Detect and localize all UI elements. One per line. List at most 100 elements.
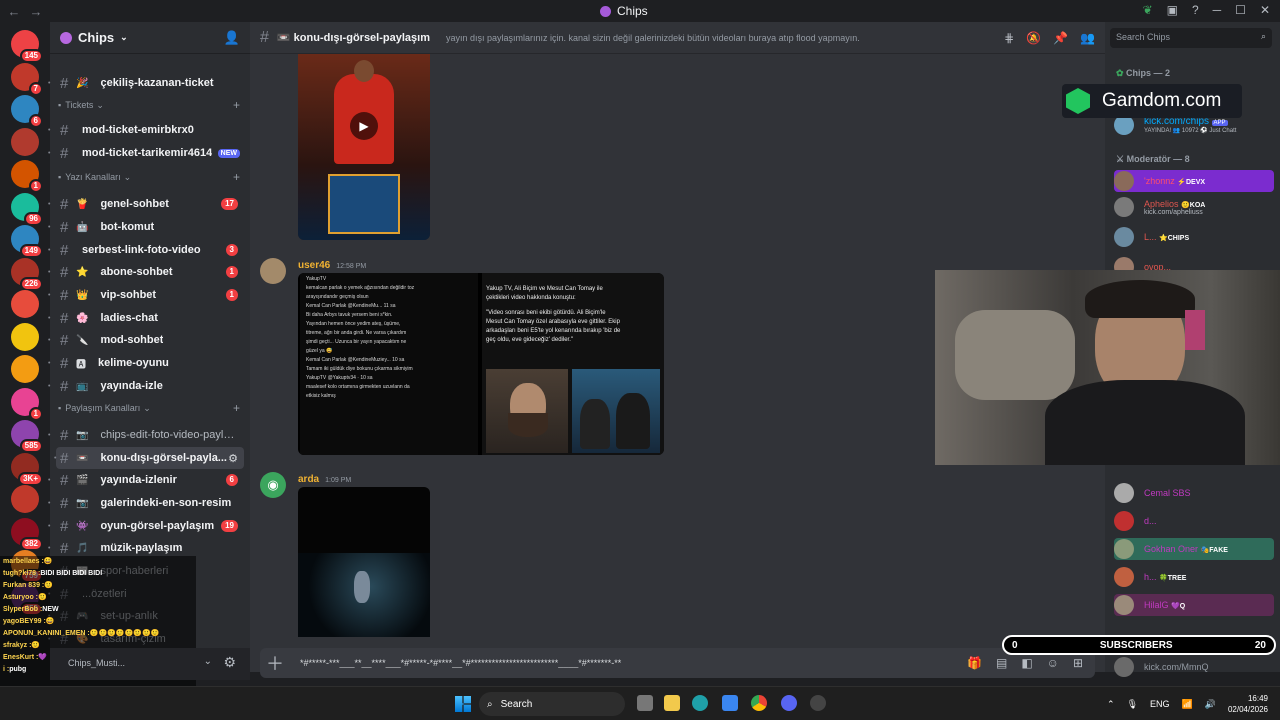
server-icon[interactable] bbox=[11, 355, 39, 383]
hash-icon: # bbox=[60, 144, 69, 162]
channel-item[interactable]: • # 📺 yayında-izle bbox=[48, 375, 250, 397]
channel-item[interactable]: • # 📼 konu-dışı-görsel-payla... ⚙ bbox=[54, 447, 244, 469]
file-explorer-icon[interactable] bbox=[664, 695, 680, 711]
channel-item[interactable]: • # 👾 oyun-görsel-paylaşım 19 bbox=[48, 515, 250, 537]
help-icon[interactable]: ? bbox=[1192, 3, 1199, 17]
channel-item[interactable]: • # 🎉 çekiliş-kazanan-ticket bbox=[48, 72, 250, 94]
category-header[interactable]: ▪ Tickets ⌄ + bbox=[58, 96, 244, 114]
clock[interactable]: 16:49 02/04/2026 bbox=[1228, 693, 1268, 715]
mic-icon[interactable]: 🎙 bbox=[1127, 699, 1138, 710]
emoji-icon[interactable]: ☺ bbox=[1047, 656, 1059, 670]
minimize-icon[interactable]: ─ bbox=[1213, 3, 1222, 17]
server-icon[interactable] bbox=[11, 290, 39, 318]
video-attachment[interactable]: ▶ bbox=[298, 54, 430, 240]
store-icon[interactable] bbox=[722, 695, 738, 711]
avatar[interactable]: ◉ bbox=[260, 472, 286, 498]
composer-text[interactable]: *#*****-***___**__****___*#*****-*#****_… bbox=[300, 658, 720, 668]
server-icon[interactable]: 149 bbox=[11, 225, 43, 258]
server-icon[interactable] bbox=[11, 322, 39, 351]
channel-topic[interactable]: yayın dışı paylaşımlarınız için. kanal s… bbox=[446, 33, 996, 43]
volume-icon[interactable]: 🔊 bbox=[1205, 699, 1216, 710]
channel-item[interactable]: • # 📷 chips-edit-foto-video-paylaş... bbox=[48, 424, 250, 446]
taskbar-search[interactable]: ⌕ Search bbox=[479, 692, 625, 716]
server-icon[interactable]: 1 bbox=[11, 160, 43, 193]
add-channel-icon[interactable]: + bbox=[233, 170, 240, 184]
discord-icon[interactable] bbox=[781, 695, 797, 711]
chevron-up-icon[interactable]: ⌃ bbox=[1107, 699, 1115, 710]
member-item[interactable]: Aphelios 🙂KOA kick.com/apheliuss bbox=[1114, 196, 1205, 218]
add-channel-icon[interactable]: + bbox=[233, 401, 240, 415]
mute-bell-icon[interactable]: 🔕 bbox=[1026, 31, 1041, 45]
add-attachment-icon[interactable]: ＋ bbox=[266, 650, 292, 676]
gift-icon[interactable]: 🎁 bbox=[967, 656, 982, 670]
search-input[interactable]: Search Chips ⌕ bbox=[1110, 28, 1272, 48]
video-attachment[interactable] bbox=[298, 487, 430, 637]
app-icon[interactable] bbox=[810, 695, 826, 711]
server-icon[interactable] bbox=[11, 127, 39, 156]
member-item[interactable]: Gokhan Oner 🎭FAKE bbox=[1114, 538, 1274, 560]
channel-item[interactable]: • # 🔪 mod-sohbet bbox=[48, 329, 250, 351]
server-icon[interactable]: 6 bbox=[11, 95, 43, 128]
wifi-icon[interactable]: 📶 bbox=[1182, 699, 1193, 710]
server-icon[interactable]: 382 bbox=[11, 517, 43, 551]
unread-badge: 1 bbox=[28, 179, 43, 193]
chevron-down-icon[interactable]: ⌄ bbox=[204, 656, 212, 667]
forward-arrow-icon[interactable]: → bbox=[28, 4, 44, 19]
channel-item[interactable]: • # 🍟 genel-sohbet 17 bbox=[48, 193, 250, 215]
server-icon[interactable]: 145 bbox=[11, 30, 43, 63]
server-header[interactable]: Chips ⌄ 👤 bbox=[50, 22, 250, 54]
server-icon[interactable]: 1 bbox=[11, 387, 43, 421]
close-icon[interactable]: ✕ bbox=[1260, 3, 1270, 17]
image-attachment[interactable]: YakupTV kemalcan parlak o yemek ağzısında… bbox=[298, 273, 664, 455]
channel-item[interactable]: • # 👑 vip-sohbet 1 bbox=[48, 284, 250, 306]
channel-item[interactable]: • # 📷 galerindeki-en-son-resim bbox=[48, 492, 250, 514]
language-indicator[interactable]: ENG bbox=[1150, 699, 1170, 709]
apps-icon[interactable]: ⊞ bbox=[1073, 656, 1083, 670]
channel-item[interactable]: • # 🌸 ladies-chat bbox=[48, 307, 250, 329]
play-icon[interactable]: ▶ bbox=[350, 112, 378, 140]
leaf-icon[interactable]: ❦ bbox=[1143, 3, 1153, 17]
server-icon[interactable] bbox=[11, 485, 39, 513]
category-header[interactable]: ▪ Yazı Kanalları ⌄ + bbox=[58, 168, 244, 186]
server-icon[interactable]: 7 bbox=[11, 62, 43, 96]
server-icon[interactable]: 96 bbox=[11, 192, 43, 226]
server-icon[interactable]: 226 bbox=[11, 257, 43, 291]
edge-icon[interactable] bbox=[692, 695, 708, 711]
sticker-icon[interactable]: ◧ bbox=[1021, 656, 1032, 670]
server-icon[interactable]: 585 bbox=[11, 420, 43, 453]
message-composer[interactable]: ＋ *#*****-***___**__****___*#*****-*#***… bbox=[260, 648, 1095, 678]
member-item[interactable]: d... bbox=[1114, 510, 1157, 532]
settings-gear-icon[interactable]: ⚙ bbox=[228, 452, 238, 465]
threads-icon[interactable]: ⋕ bbox=[1004, 31, 1014, 45]
task-view-icon[interactable] bbox=[637, 695, 653, 711]
avatar[interactable] bbox=[260, 258, 286, 284]
member-item[interactable]: h... 🍀TREE bbox=[1114, 566, 1186, 588]
channel-item[interactable]: • # mod-ticket-tarikemir4614 NEW bbox=[48, 142, 250, 164]
server-icon[interactable]: 3K+ bbox=[11, 452, 43, 486]
channel-item[interactable]: • # serbest-link-foto-video 3 bbox=[48, 239, 250, 261]
inbox-icon[interactable]: ▣ bbox=[1167, 3, 1178, 17]
member-item[interactable]: Cemal SBS bbox=[1114, 482, 1191, 504]
chrome-icon[interactable] bbox=[751, 695, 767, 711]
back-arrow-icon[interactable]: ← bbox=[6, 4, 22, 19]
channel-item[interactable]: • # mod-ticket-emirbkrx0 bbox=[48, 119, 250, 141]
settings-gear-icon[interactable]: ⚙ bbox=[223, 654, 236, 671]
member-item[interactable]: 'zhonnz ⚡DEVX bbox=[1114, 170, 1274, 192]
channel-item[interactable]: • # 🤖 bot-komut bbox=[48, 216, 250, 238]
member-item[interactable]: HilalG 💜Q bbox=[1114, 594, 1274, 616]
channel-emoji: 🤖 bbox=[76, 221, 89, 233]
member-item[interactable]: L... ⭐CHIPS bbox=[1114, 226, 1189, 248]
add-member-icon[interactable]: 👤 bbox=[224, 30, 240, 46]
members-icon[interactable]: 👥 bbox=[1080, 31, 1095, 45]
gif-icon[interactable]: ▤ bbox=[996, 656, 1007, 670]
maximize-icon[interactable]: ☐ bbox=[1235, 3, 1246, 17]
channel-item[interactable]: • # ⭐ abone-sohbet 1 bbox=[48, 261, 250, 283]
channel-item[interactable]: • # 🎬 yayında-izlenir 6 bbox=[48, 469, 250, 491]
add-channel-icon[interactable]: + bbox=[233, 98, 240, 112]
pin-icon[interactable]: 📌 bbox=[1053, 31, 1068, 45]
avatar bbox=[1114, 567, 1134, 587]
channel-item[interactable]: • # 🅰kelime-oyunu bbox=[48, 352, 250, 374]
category-header[interactable]: ▪ Paylaşım Kanalları ⌄ + bbox=[58, 399, 244, 417]
windows-start-icon[interactable] bbox=[455, 696, 471, 712]
member-item[interactable]: kick.com/MmnQ bbox=[1114, 656, 1209, 678]
